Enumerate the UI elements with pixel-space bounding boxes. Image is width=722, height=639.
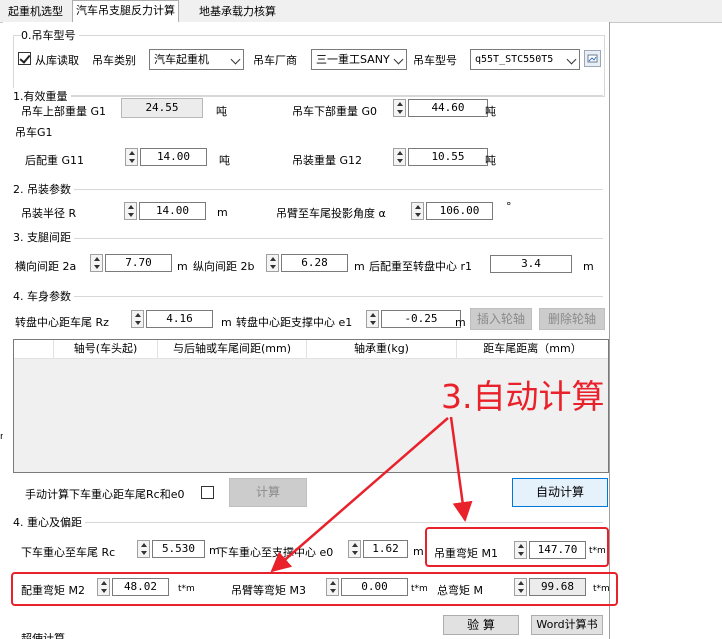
annotation-arrows xyxy=(270,416,473,573)
arrow-to-m1 xyxy=(449,416,473,522)
arrow-to-moments xyxy=(270,417,449,573)
